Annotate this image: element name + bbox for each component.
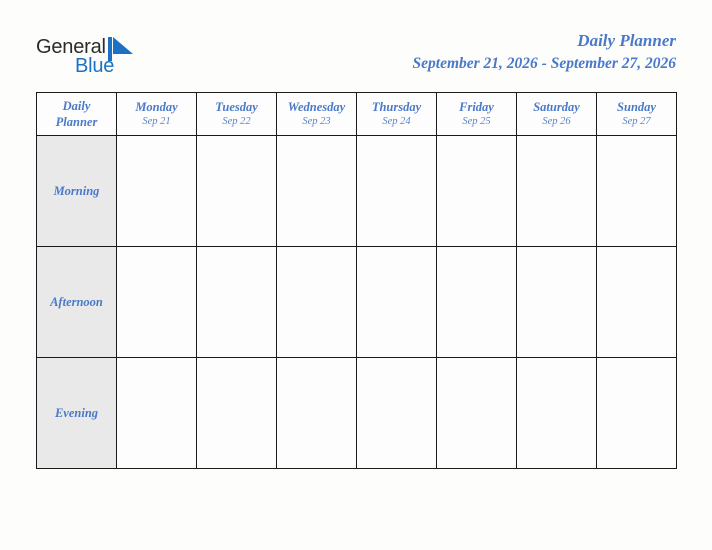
day-date-label: Sep 23 [302,116,331,127]
slot-cell-morning-monday[interactable] [116,135,197,247]
table-corner-header: Daily Planner [36,92,117,136]
slot-cell-evening-thursday[interactable] [356,357,437,469]
day-name-label: Tuesday [215,100,258,114]
slot-cell-morning-friday[interactable] [436,135,517,247]
day-name-label: Saturday [533,100,580,114]
page-title: Daily Planner [577,31,676,50]
row-label-morning: Morning [36,135,117,247]
slot-cell-afternoon-saturday[interactable] [516,246,597,358]
page-header: General Blue Daily Planner September 21,… [0,0,712,92]
slot-cell-afternoon-sunday[interactable] [596,246,677,358]
column-header-tuesday: Tuesday Sep 22 [196,92,277,136]
planner-page: General Blue Daily Planner September 21,… [0,0,712,550]
corner-label-line1: Daily [62,99,91,113]
slot-cell-evening-monday[interactable] [116,357,197,469]
day-name-label: Thursday [371,100,422,114]
slot-cell-afternoon-wednesday[interactable] [276,246,357,358]
day-name-label: Friday [459,100,494,114]
day-date-label: Sep 27 [622,116,651,127]
column-header-sunday: Sunday Sep 27 [596,92,677,136]
column-header-friday: Friday Sep 25 [436,92,517,136]
table-header-row: Daily Planner Monday Sep 21 Tuesday Sep … [36,92,677,136]
slot-cell-evening-friday[interactable] [436,357,517,469]
row-label-afternoon: Afternoon [36,246,117,358]
title-block: Daily Planner September 21, 2026 - Septe… [413,30,676,74]
row-label-evening: Evening [36,357,117,469]
slot-cell-afternoon-tuesday[interactable] [196,246,277,358]
slot-cell-evening-tuesday[interactable] [196,357,277,469]
date-range-label: September 21, 2026 - September 27, 2026 [412,55,676,72]
slot-cell-evening-sunday[interactable] [596,357,677,469]
table-row-afternoon: Afternoon [36,246,677,358]
slot-cell-morning-sunday[interactable] [596,135,677,247]
slot-cell-evening-saturday[interactable] [516,357,597,469]
column-header-wednesday: Wednesday Sep 23 [276,92,357,136]
slot-cell-morning-tuesday[interactable] [196,135,277,247]
planner-table-body: Morning Afternoon Evening [36,135,677,469]
slot-cell-afternoon-monday[interactable] [116,246,197,358]
column-header-saturday: Saturday Sep 26 [516,92,597,136]
slot-cell-evening-wednesday[interactable] [276,357,357,469]
slot-cell-afternoon-thursday[interactable] [356,246,437,358]
corner-label-line2: Planner [55,115,98,129]
column-header-thursday: Thursday Sep 24 [356,92,437,136]
slot-cell-morning-saturday[interactable] [516,135,597,247]
slot-cell-afternoon-friday[interactable] [436,246,517,358]
column-header-monday: Monday Sep 21 [116,92,197,136]
day-date-label: Sep 22 [222,116,251,127]
slot-cell-morning-wednesday[interactable] [276,135,357,247]
slot-cell-morning-thursday[interactable] [356,135,437,247]
day-name-label: Wednesday [287,100,346,114]
day-name-label: Sunday [617,100,656,114]
logo-text-blue: Blue [75,55,115,77]
day-date-label: Sep 21 [142,116,171,127]
planner-table-head: Daily Planner Monday Sep 21 Tuesday Sep … [36,92,677,136]
day-name-label: Monday [135,100,178,114]
day-date-label: Sep 24 [382,116,411,127]
day-date-label: Sep 26 [542,116,571,127]
generalblue-logo[interactable]: General Blue [36,36,206,82]
table-row-evening: Evening [36,357,677,469]
day-date-label: Sep 25 [462,116,491,127]
weekly-planner-table: Daily Planner Monday Sep 21 Tuesday Sep … [36,92,677,469]
table-row-morning: Morning [36,135,677,247]
